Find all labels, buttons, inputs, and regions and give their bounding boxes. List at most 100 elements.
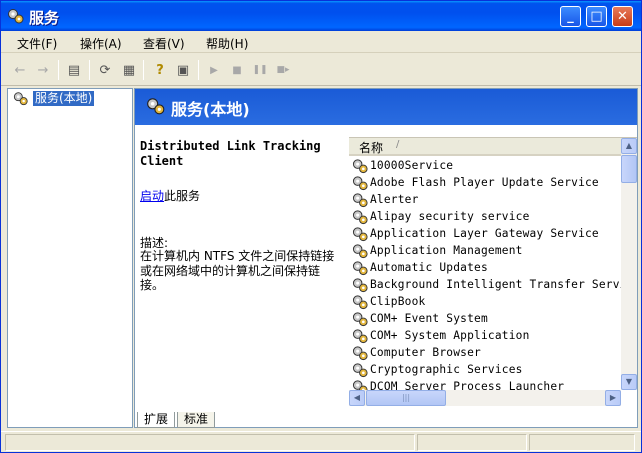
- service-name: Automatic Updates: [370, 261, 488, 274]
- service-name: Application Management: [370, 244, 523, 257]
- pane-title: 服务(本地): [171, 100, 250, 119]
- menu-help[interactable]: 帮助(H): [206, 35, 248, 52]
- start-service-suffix: 此服务: [164, 189, 201, 203]
- status-cell-main: [5, 434, 415, 451]
- service-row[interactable]: COM+ Event System: [352, 310, 488, 327]
- horizontal-scrollbar[interactable]: ◀ ||| ▶: [349, 390, 621, 406]
- service-gear-icon: [352, 294, 369, 310]
- services-list: 名称 / 10000Service Adobe Flash Player Upda…: [349, 137, 637, 409]
- status-bar: [1, 431, 641, 452]
- toolbar: ← → ▤ ⟳ ▦ ? ▣ ▶ ■ ❚❚ ■▸: [1, 54, 641, 86]
- service-row[interactable]: 10000Service: [352, 157, 453, 174]
- service-row[interactable]: ClipBook: [352, 293, 425, 310]
- service-gear-icon: [352, 192, 369, 208]
- service-row[interactable]: DCOM Server Process Launcher: [352, 378, 564, 390]
- menu-file[interactable]: 文件(F): [17, 35, 57, 52]
- status-cell-2: [417, 434, 527, 451]
- tab-standard[interactable]: 标准: [177, 412, 216, 428]
- service-gear-icon: [352, 209, 369, 225]
- window-title: 服务: [29, 9, 60, 27]
- services-window: 服务 _ □ ✕ 文件(F) 操作(A) 查看(V) 帮助(H) ← → ▤ ⟳…: [0, 0, 642, 453]
- service-row[interactable]: Application Layer Gateway Service: [352, 225, 599, 242]
- service-name: 10000Service: [370, 159, 454, 172]
- selected-service-name: Distributed Link Tracking Client: [140, 139, 321, 168]
- back-arrow-icon[interactable]: ←: [11, 61, 29, 79]
- scroll-up-button[interactable]: ▲: [621, 138, 637, 154]
- toolbar-separator: [89, 60, 90, 80]
- minimize-button[interactable]: _: [560, 6, 581, 27]
- service-gear-icon: [352, 158, 369, 174]
- service-name: COM+ System Application: [370, 329, 530, 342]
- menu-view[interactable]: 查看(V): [143, 35, 185, 52]
- forward-arrow-icon[interactable]: →: [34, 61, 52, 79]
- service-gear-icon: [352, 226, 369, 242]
- services-gear-icon: [13, 92, 28, 106]
- service-row[interactable]: Application Management: [352, 242, 523, 259]
- title-bar[interactable]: 服务 _ □ ✕: [1, 1, 641, 31]
- pane-header: 服务(本地): [135, 89, 637, 125]
- service-name: Application Layer Gateway Service: [370, 227, 599, 240]
- tree-item-label: 服务(本地): [33, 91, 95, 106]
- service-name: DCOM Server Process Launcher: [370, 380, 565, 390]
- service-name: Alerter: [370, 193, 419, 206]
- scroll-left-button[interactable]: ◀: [349, 390, 365, 406]
- export-list-icon[interactable]: ▦: [120, 61, 138, 79]
- status-cell-3: [529, 434, 635, 451]
- service-gear-icon: [352, 379, 369, 390]
- toolbar-separator: [143, 60, 144, 80]
- maximize-button[interactable]: □: [586, 6, 607, 27]
- service-description-panel: Distributed Link Tracking Client 启动此服务 描…: [140, 139, 340, 292]
- service-row[interactable]: Alerter: [352, 191, 419, 208]
- service-name: Background Intelligent Transfer Service: [370, 278, 621, 291]
- horizontal-scroll-thumb[interactable]: |||: [366, 390, 446, 406]
- service-gear-icon: [352, 260, 369, 276]
- help-icon[interactable]: ?: [151, 61, 169, 79]
- service-row[interactable]: Background Intelligent Transfer Service: [352, 276, 621, 293]
- menu-bar: 文件(F) 操作(A) 查看(V) 帮助(H): [1, 31, 641, 53]
- menu-action[interactable]: 操作(A): [80, 35, 122, 52]
- tab-extended[interactable]: 扩展: [137, 412, 176, 428]
- service-gear-icon: [352, 175, 369, 191]
- service-name: Computer Browser: [370, 346, 481, 359]
- service-name: Adobe Flash Player Update Service: [370, 176, 599, 189]
- column-header-name[interactable]: 名称 /: [349, 138, 621, 156]
- console-tree: 服务(本地): [7, 88, 133, 428]
- service-name: COM+ Event System: [370, 312, 488, 325]
- column-header-label: 名称: [359, 141, 384, 155]
- refresh-icon[interactable]: ⟳: [96, 61, 114, 79]
- service-gear-icon: [352, 345, 369, 361]
- pause-icon[interactable]: ❚❚: [251, 61, 269, 79]
- services-gear-icon: [7, 8, 25, 27]
- service-gear-icon: [352, 243, 369, 259]
- vertical-scrollbar[interactable]: ▲ ▼: [621, 138, 637, 390]
- stop-icon[interactable]: ■: [228, 61, 246, 79]
- vertical-scroll-thumb[interactable]: [621, 155, 637, 183]
- start-service-link[interactable]: 启动: [140, 189, 164, 203]
- services-rows: 10000Service Adobe Flash Player Update Se…: [349, 157, 621, 390]
- close-button[interactable]: ✕: [612, 6, 633, 27]
- service-row[interactable]: Alipay security service: [352, 208, 530, 225]
- service-row[interactable]: Adobe Flash Player Update Service: [352, 174, 599, 191]
- show-hide-tree-icon[interactable]: ▤: [65, 61, 83, 79]
- toolbar-separator: [198, 60, 199, 80]
- service-name: Cryptographic Services: [370, 363, 523, 376]
- properties-icon[interactable]: ▣: [174, 61, 192, 79]
- view-tabs: 扩展 标准: [135, 412, 637, 428]
- toolbar-separator: [58, 60, 59, 80]
- service-gear-icon: [352, 362, 369, 378]
- scroll-down-button[interactable]: ▼: [621, 374, 637, 390]
- restart-icon[interactable]: ■▸: [274, 61, 292, 79]
- service-gear-icon: [352, 277, 369, 293]
- tree-item-services-local[interactable]: 服务(本地): [13, 91, 95, 106]
- scroll-right-button[interactable]: ▶: [605, 390, 621, 406]
- services-gear-icon: [146, 97, 166, 118]
- description-text: 在计算机内 NTFS 文件之间保持链接或在网络域中的计算机之间保持链接。: [140, 249, 335, 292]
- play-icon[interactable]: ▶: [205, 61, 223, 79]
- service-row[interactable]: COM+ System Application: [352, 327, 530, 344]
- service-row[interactable]: Computer Browser: [352, 344, 481, 361]
- service-row[interactable]: Automatic Updates: [352, 259, 488, 276]
- service-row[interactable]: Cryptographic Services: [352, 361, 523, 378]
- service-gear-icon: [352, 311, 369, 327]
- start-service-line: 启动此服务: [140, 187, 200, 204]
- service-gear-icon: [352, 328, 369, 344]
